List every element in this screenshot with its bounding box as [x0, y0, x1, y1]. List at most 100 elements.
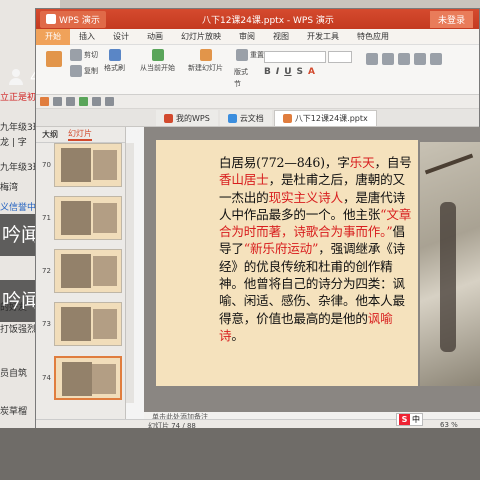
reset-label: 重置: [250, 51, 264, 59]
italic-button[interactable]: I: [276, 67, 279, 77]
tab-icon: [282, 114, 292, 123]
menu-item[interactable]: 幻灯片放映: [172, 31, 230, 42]
document-tab[interactable]: 云文档: [219, 110, 272, 126]
menu-item[interactable]: 动画: [138, 31, 172, 42]
tab-slides[interactable]: 幻灯片: [68, 128, 92, 141]
thumbnail-image: [93, 203, 117, 233]
thumbnail-image: [61, 307, 91, 341]
new-slide-label: 新建幻灯片: [188, 64, 223, 72]
wps-window: WPS 演示 八下12课24课.pptx - WPS 演示 未登录 开始 插入 设计…: [35, 8, 480, 433]
undo-icon[interactable]: [92, 97, 101, 106]
title-bar: WPS 演示 八下12课24课.pptx - WPS 演示 未登录: [36, 9, 479, 29]
document-tab[interactable]: 八下12课24课.pptx: [273, 110, 377, 126]
person-icon: [8, 69, 24, 85]
current-slide[interactable]: 白居易(772—846)，字乐天，自号香山居士，是杜甫之后，唐朝的又一杰出的现实…: [156, 140, 418, 386]
paste-button[interactable]: [46, 51, 62, 67]
reset-button[interactable]: 重置: [236, 49, 264, 61]
quick-access-toolbar: [36, 95, 479, 109]
login-button[interactable]: 未登录: [429, 10, 473, 28]
align-left-icon[interactable]: [366, 53, 378, 65]
tab-outline[interactable]: 大纲: [42, 129, 58, 140]
new-slide-button[interactable]: 新建幻灯片: [188, 49, 223, 73]
thumbnail-scrollbar[interactable]: [126, 143, 134, 403]
list-icon[interactable]: [414, 53, 426, 65]
slide-thumbnail[interactable]: [54, 356, 122, 400]
cut-button[interactable]: 剪切: [70, 49, 98, 61]
underline-button[interactable]: U: [284, 67, 291, 77]
thumbnail-image: [92, 364, 116, 394]
folder-icon[interactable]: [40, 97, 49, 106]
from-current-button[interactable]: 从当前开始: [140, 49, 175, 73]
slide-thumbnail[interactable]: [54, 143, 122, 187]
slide-thumbnail[interactable]: [54, 302, 122, 346]
menu-item[interactable]: 设计: [104, 31, 138, 42]
slide-number: 70: [42, 161, 51, 169]
slide-thumbnail[interactable]: [54, 196, 122, 240]
align-group: [366, 53, 442, 65]
layout-button[interactable]: 版式: [234, 67, 248, 77]
layout-label: 版式: [234, 68, 248, 76]
menu-item[interactable]: 视图: [264, 31, 298, 42]
tab-icon: [227, 113, 237, 123]
document-tabs: 我的WPS 云文档 八下12课24课.pptx: [36, 109, 479, 127]
slide-thumbnail[interactable]: [54, 249, 122, 293]
cut-label: 剪切: [84, 51, 98, 59]
copy-button[interactable]: 复制: [70, 65, 98, 77]
format-painter-button[interactable]: 格式刷: [104, 49, 125, 73]
align-right-icon[interactable]: [398, 53, 410, 65]
copy-icon: [70, 65, 82, 77]
text-format-group: B I U S A: [264, 67, 315, 77]
scissors-icon: [70, 49, 82, 61]
play-icon: [151, 49, 164, 61]
redo-icon[interactable]: [105, 97, 114, 106]
indent-icon[interactable]: [430, 53, 442, 65]
body-text: 白居易(772—846)，字: [219, 155, 350, 170]
menu-bar: 开始 插入 设计 动画 幻灯片放映 审阅 视图 开发工具 特色应用: [36, 28, 479, 45]
menu-item[interactable]: 审阅: [230, 31, 264, 42]
poet-figure: [440, 202, 456, 352]
thumbnail-image: [61, 148, 91, 182]
slide-number: 72: [42, 267, 51, 275]
format-painter-label: 格式刷: [104, 64, 125, 72]
bottom-blurred-region: [0, 428, 480, 480]
brush-icon: [108, 49, 121, 61]
poet-painting: [420, 142, 480, 386]
thumbnail-image: [62, 362, 92, 396]
print-icon[interactable]: [66, 97, 75, 106]
strike-button[interactable]: S: [297, 67, 303, 77]
wps-logo-icon: [46, 14, 56, 24]
preview-icon[interactable]: [79, 97, 88, 106]
menu-item[interactable]: 开发工具: [298, 31, 348, 42]
color-a-button[interactable]: A: [308, 67, 315, 77]
ime-mode: 中: [412, 415, 420, 424]
app-menu-button[interactable]: WPS 演示: [40, 10, 106, 28]
menu-item[interactable]: 开始: [36, 28, 70, 45]
body-text: 。: [231, 327, 244, 343]
document-tab[interactable]: 我的WPS: [156, 110, 218, 126]
body-text: ，自号: [374, 155, 412, 170]
ribbon: 剪切 复制 格式刷 从当前开始 新建幻灯片 重置 版式 节 B I U S A: [36, 45, 479, 95]
thumbnail-image: [93, 150, 117, 180]
highlight-text: 乐天: [349, 155, 375, 170]
menu-item[interactable]: 插入: [70, 31, 104, 42]
thumbnail-image: [61, 254, 91, 288]
sogou-icon: S: [399, 414, 410, 425]
window-title: 八下12课24课.pptx - WPS 演示: [201, 15, 334, 26]
save-icon[interactable]: [53, 97, 62, 106]
font-size-select[interactable]: [328, 51, 352, 63]
app-name: WPS 演示: [59, 15, 100, 26]
new-slide-icon: [199, 49, 212, 61]
slide-canvas: 白居易(772—846)，字乐天，自号香山居士，是杜甫之后，唐朝的又一杰出的现实…: [144, 127, 480, 412]
highlight-text: 现实主义诗人: [268, 189, 344, 205]
menu-item[interactable]: 特色应用: [348, 31, 398, 42]
paste-icon: [46, 51, 62, 67]
reset-icon: [236, 49, 248, 61]
slide-body-text[interactable]: 白居易(772—846)，字乐天，自号香山居士，是杜甫之后，唐朝的又一杰出的现实…: [219, 154, 415, 344]
align-center-icon[interactable]: [382, 53, 394, 65]
section-button[interactable]: 节: [234, 79, 241, 89]
tab-label: 云文档: [239, 113, 264, 123]
font-family-select[interactable]: [264, 51, 326, 63]
branch-shape: [424, 153, 474, 175]
ime-toolbar[interactable]: S 中: [396, 413, 423, 426]
bold-button[interactable]: B: [264, 67, 271, 77]
